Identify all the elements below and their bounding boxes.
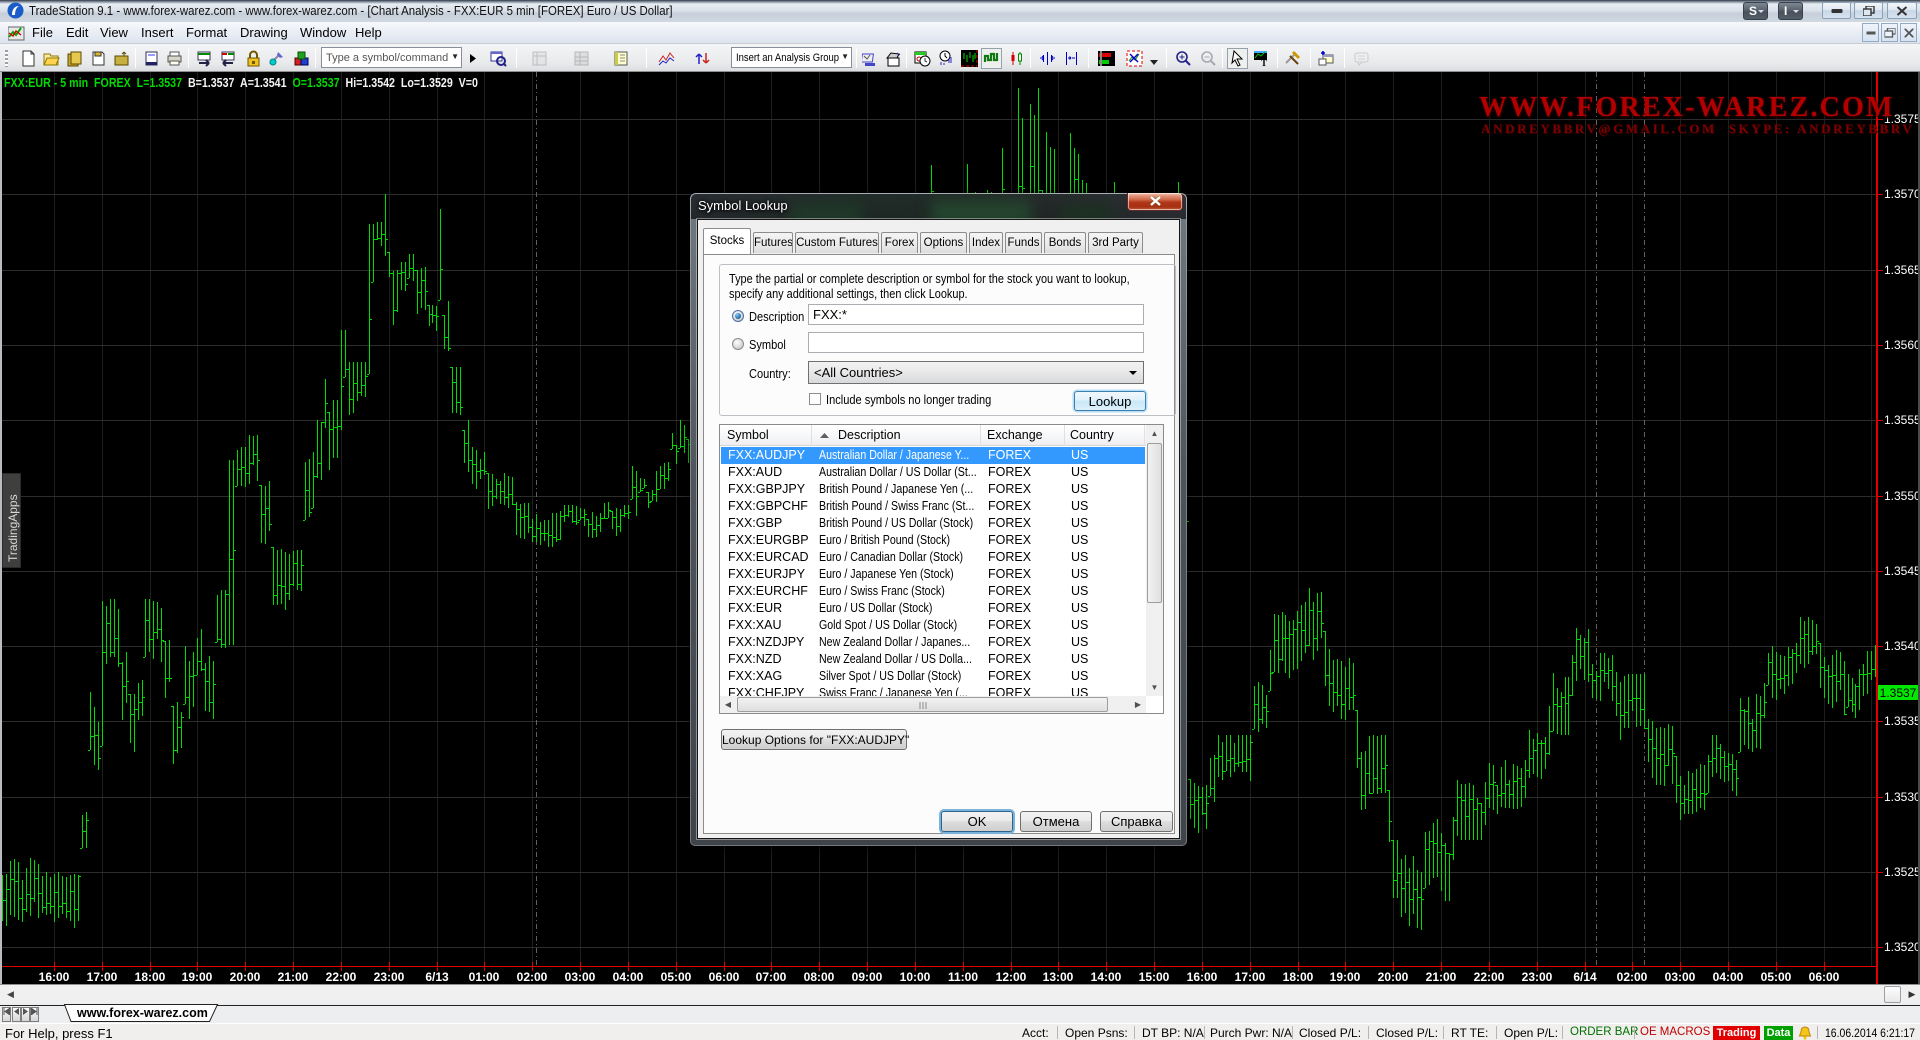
svg-text:12:00: 12:00 [996, 970, 1027, 984]
svg-text:07:00: 07:00 [756, 970, 787, 984]
svg-text:23:00: 23:00 [1522, 970, 1553, 984]
svg-text:T: T [1261, 58, 1267, 67]
svg-text:22:00: 22:00 [1474, 970, 1505, 984]
svg-text:1.3525: 1.3525 [1884, 865, 1920, 879]
svg-text:15:00: 15:00 [1139, 970, 1170, 984]
svg-text:21:00: 21:00 [1426, 970, 1457, 984]
svg-text:17:00: 17:00 [1235, 970, 1266, 984]
svg-text:1.3540: 1.3540 [1884, 639, 1920, 653]
svg-text:18:00: 18:00 [135, 970, 166, 984]
svg-text:04:00: 04:00 [613, 970, 644, 984]
svg-text:11:00: 11:00 [948, 970, 978, 984]
svg-text:06:00: 06:00 [1809, 970, 1840, 984]
svg-text:16:00: 16:00 [39, 970, 70, 984]
svg-text:1.3535: 1.3535 [1884, 714, 1920, 728]
svg-text:1.3565: 1.3565 [1884, 263, 1920, 277]
svg-text:05:00: 05:00 [661, 970, 692, 984]
svg-text:17:00: 17:00 [87, 970, 118, 984]
svg-text:23:00: 23:00 [374, 970, 405, 984]
svg-text:1.3560: 1.3560 [1884, 338, 1920, 352]
svg-text:20:00: 20:00 [1378, 970, 1409, 984]
svg-text:22:00: 22:00 [326, 970, 357, 984]
svg-text:18:00: 18:00 [1283, 970, 1314, 984]
svg-text:09:00: 09:00 [852, 970, 883, 984]
svg-text:21:00: 21:00 [278, 970, 309, 984]
svg-text:19:00: 19:00 [182, 970, 213, 984]
svg-text:1.3530: 1.3530 [1884, 790, 1920, 804]
svg-text:13:00: 13:00 [1043, 970, 1074, 984]
svg-text:1.3537: 1.3537 [1880, 686, 1917, 700]
svg-text:06:00: 06:00 [709, 970, 740, 984]
svg-text:10:00: 10:00 [900, 970, 931, 984]
svg-text:02:00: 02:00 [1617, 970, 1648, 984]
svg-text:1.3520: 1.3520 [1884, 940, 1920, 954]
svg-text:01:00: 01:00 [469, 970, 500, 984]
svg-text:6/14: 6/14 [1573, 970, 1597, 984]
svg-text:16:00: 16:00 [1187, 970, 1218, 984]
svg-text:1.3570: 1.3570 [1884, 187, 1920, 201]
svg-text:04:00: 04:00 [1713, 970, 1744, 984]
svg-text:6/13: 6/13 [425, 970, 449, 984]
svg-text:02:00: 02:00 [517, 970, 548, 984]
svg-text:1.3550: 1.3550 [1884, 489, 1920, 503]
svg-text:1.3555: 1.3555 [1884, 413, 1920, 427]
svg-text:14:00: 14:00 [1091, 970, 1122, 984]
svg-text:05:00: 05:00 [1761, 970, 1792, 984]
svg-text:08:00: 08:00 [804, 970, 835, 984]
svg-text:1.3545: 1.3545 [1884, 564, 1920, 578]
svg-text:20:00: 20:00 [230, 970, 261, 984]
svg-text:03:00: 03:00 [565, 970, 596, 984]
svg-text:03:00: 03:00 [1665, 970, 1696, 984]
svg-text:19:00: 19:00 [1330, 970, 1361, 984]
